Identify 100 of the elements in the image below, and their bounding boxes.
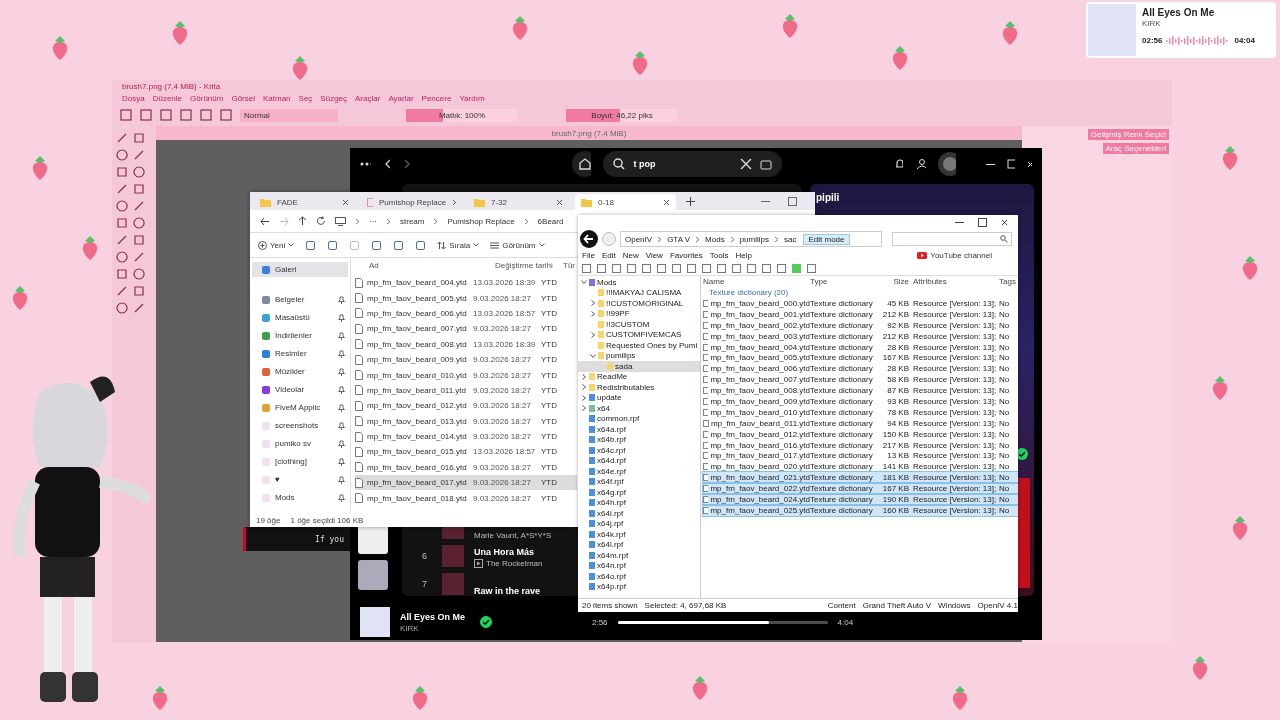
- file-row[interactable]: mp_fm_faov_beard_005.ytd 9.03.2026 18:27 YTD: [355, 290, 577, 306]
- search-field[interactable]: [892, 232, 1012, 246]
- file-row[interactable]: mp_fm_faov_beard_020.ytdTexture dictionary 141 KB Resource [Version: 13]; No: [703, 461, 1018, 473]
- column-header[interactable]: Değiştirme tarihi: [495, 260, 563, 270]
- menu-item[interactable]: Görünüm: [190, 93, 224, 103]
- tree-item[interactable]: common.rpf: [578, 413, 700, 424]
- tree-item[interactable]: x64h.rpf: [578, 497, 700, 508]
- file-row[interactable]: mp_fm_faov_beard_000.ytdTexture dictionary 45 KB Resource [Version: 13]; No: [703, 298, 1018, 309]
- tool-icon[interactable]: [116, 149, 128, 161]
- file-row[interactable]: mp_fm_faov_beard_012.ytdTexture dictionary 150 KB Resource [Version: 13]; No: [703, 428, 1018, 440]
- sidebar-item[interactable]: FiveM Applic: [252, 400, 348, 415]
- file-row[interactable]: mp_fm_faov_beard_009.ytd 9.03.2026 18:27 YTD: [355, 351, 577, 368]
- file-row[interactable]: mp_fm_faov_beard_015.ytd 13.03.2026 18:57 YTD: [355, 444, 577, 460]
- toolbar-icon[interactable]: [160, 109, 172, 121]
- menu-item[interactable]: Dosya: [122, 93, 145, 103]
- tree-item[interactable]: x64p.rpf: [578, 581, 700, 592]
- sidebar-item[interactable]: Müzikler: [252, 364, 348, 379]
- tree-item[interactable]: x64: [578, 403, 700, 414]
- file-row[interactable]: mp_fm_faov_beard_025.ytdTexture dictionary 160 KB Resource [Version: 13]; No: [703, 504, 1018, 516]
- tree-item[interactable]: Requested Ones by Pumi: [578, 340, 700, 351]
- file-row[interactable]: mp_fm_faov_beard_001.ytdTexture dictionary 212 KB Resource [Version: 13]; No: [703, 308, 1018, 320]
- rename-icon[interactable]: [371, 239, 383, 251]
- delete-icon[interactable]: [415, 239, 427, 251]
- bell-icon[interactable]: [894, 158, 904, 170]
- song-title[interactable]: All Eyes On Me: [400, 611, 470, 622]
- file-row[interactable]: mp_fm_faov_beard_007.ytd 9.03.2026 18:27 YTD: [355, 321, 577, 337]
- toolbar-icon[interactable]: [120, 109, 132, 121]
- column-header[interactable]: Size: [879, 277, 909, 286]
- tree-item[interactable]: x64i.rpf: [578, 508, 700, 519]
- file-row[interactable]: mp_fm_faov_beard_024.ytdTexture dictionary 190 KB Resource [Version: 13]; No: [703, 494, 1018, 505]
- refresh-icon[interactable]: [316, 216, 326, 226]
- explorer-tab[interactable]: 0-18: [575, 194, 676, 210]
- progress-track[interactable]: [617, 620, 828, 624]
- sidebar-item[interactable]: screenshots: [252, 418, 348, 433]
- tree-item[interactable]: !!3CUSTOM: [578, 319, 700, 330]
- forward-icon[interactable]: [402, 158, 410, 170]
- tree-item[interactable]: x64a.rpf: [578, 424, 700, 435]
- tree-item[interactable]: x64n.rpf: [578, 560, 700, 571]
- menu-item[interactable]: Görsel: [231, 93, 255, 103]
- column-header[interactable]: Tür: [563, 260, 575, 270]
- breadcrumb-item[interactable]: stream: [400, 216, 425, 226]
- tool-icon[interactable]: [133, 234, 145, 246]
- tool-icon[interactable]: [116, 268, 128, 280]
- tree-item[interactable]: Redistributables: [578, 382, 700, 393]
- file-row[interactable]: mp_fm_faov_beard_011.ytd 9.03.2026 18:27 YTD: [355, 382, 577, 399]
- tree-item[interactable]: x64b.rpf: [578, 434, 700, 445]
- opacity-slider[interactable]: Matlık: 100%: [406, 108, 518, 122]
- tool-icon[interactable]: [116, 200, 128, 212]
- file-row[interactable]: mp_fm_faov_beard_017.ytdTexture dictionary 13 KB Resource [Version: 13]; No: [703, 450, 1018, 462]
- track-artist[interactable]: Marie Vaunt, A*S*Y*S: [474, 531, 552, 540]
- column-header[interactable]: Ad: [355, 260, 495, 270]
- tree-item[interactable]: x64e.rpf: [578, 466, 700, 477]
- tool-icon[interactable]: [133, 268, 145, 280]
- tool-icon[interactable]: [133, 302, 145, 314]
- up-icon[interactable]: [298, 216, 307, 226]
- column-header[interactable]: Attributes: [913, 277, 999, 286]
- artist-name[interactable]: KIRK: [400, 623, 470, 633]
- file-row[interactable]: mp_fm_faov_beard_003.ytdTexture dictionary 212 KB Resource [Version: 13]; No: [703, 330, 1018, 342]
- tool-icon[interactable]: [116, 302, 128, 314]
- sidebar-item[interactable]: pumiko sv: [252, 436, 348, 451]
- share-icon[interactable]: [393, 239, 405, 251]
- tool-icon[interactable]: [116, 251, 128, 263]
- track-artist[interactable]: The Rocketman: [486, 559, 543, 568]
- menu-item[interactable]: Seç: [298, 93, 313, 103]
- sidebar-item[interactable]: Masaüstü: [252, 310, 348, 325]
- tool-icon[interactable]: [116, 183, 128, 195]
- file-row[interactable]: mp_fm_faov_beard_010.ytd 9.03.2026 18:27 YTD: [355, 367, 577, 383]
- file-row[interactable]: mp_fm_faov_beard_009.ytdTexture dictionary 93 KB Resource [Version: 13]; No: [703, 396, 1018, 407]
- sidebar-item[interactable]: Videolar: [252, 382, 348, 397]
- menu-item[interactable]: File: [582, 250, 595, 260]
- view-button[interactable]: Görünüm: [490, 240, 545, 250]
- tool-icon[interactable]: [116, 234, 128, 246]
- browse-icon[interactable]: [760, 158, 773, 170]
- tree-item[interactable]: x64k.rpf: [578, 529, 700, 540]
- file-row[interactable]: mp_fm_faov_beard_011.ytdTexture dictionary 94 KB Resource [Version: 13]; No: [703, 417, 1018, 429]
- tree-item[interactable]: pumilips: [578, 350, 700, 361]
- avatar-icon[interactable]: [937, 152, 957, 176]
- file-row[interactable]: mp_fm_faov_beard_004.ytd 13.03.2026 18:39 YTD: [355, 275, 577, 291]
- sidebar-item[interactable]: Resimler: [252, 346, 348, 361]
- breadcrumb-item[interactable]: ···: [369, 216, 377, 226]
- file-row[interactable]: mp_fm_faov_beard_012.ytd 9.03.2026 18:27 YTD: [355, 398, 577, 414]
- home-icon[interactable]: [571, 151, 592, 177]
- menu-item[interactable]: Ayarlar: [388, 93, 414, 103]
- explorer-tab[interactable]: FADE: [254, 194, 355, 210]
- file-row[interactable]: mp_fm_faov_beard_005.ytdTexture dictionary 167 KB Resource [Version: 13]; No: [703, 352, 1018, 364]
- file-row[interactable]: mp_fm_faov_beard_016.ytdTexture dictionary 217 KB Resource [Version: 13]; No: [703, 439, 1018, 451]
- file-row[interactable]: mp_fm_faov_beard_016.ytd 9.03.2026 18:27 YTD: [355, 459, 577, 476]
- tree-item[interactable]: x64o.rpf: [578, 571, 700, 582]
- menu-item[interactable]: New: [622, 250, 639, 260]
- explorer-tab[interactable]: Pumishop Replace: [361, 194, 462, 210]
- file-row[interactable]: mp_fm_faov_beard_006.ytdTexture dictionary 28 KB Resource [Version: 13]; No: [703, 363, 1018, 375]
- file-row[interactable]: mp_fm_faov_beard_006.ytd 13.03.2026 18:57 YTD: [355, 305, 577, 322]
- track-title[interactable]: Una Hora Más: [474, 547, 543, 557]
- tree-item[interactable]: ReadMe: [578, 371, 700, 382]
- youtube-link[interactable]: YouTube channel: [917, 250, 992, 260]
- column-header[interactable]: Type: [810, 277, 879, 286]
- tree-item[interactable]: x64d.rpf: [578, 455, 700, 466]
- tree-item[interactable]: !!CUSTOMORIGINAL: [578, 298, 700, 309]
- sidebar-item[interactable]: Galeri: [252, 262, 348, 277]
- file-row[interactable]: mp_fm_faov_beard_013.ytd 9.03.2026 18:27 YTD: [355, 413, 577, 429]
